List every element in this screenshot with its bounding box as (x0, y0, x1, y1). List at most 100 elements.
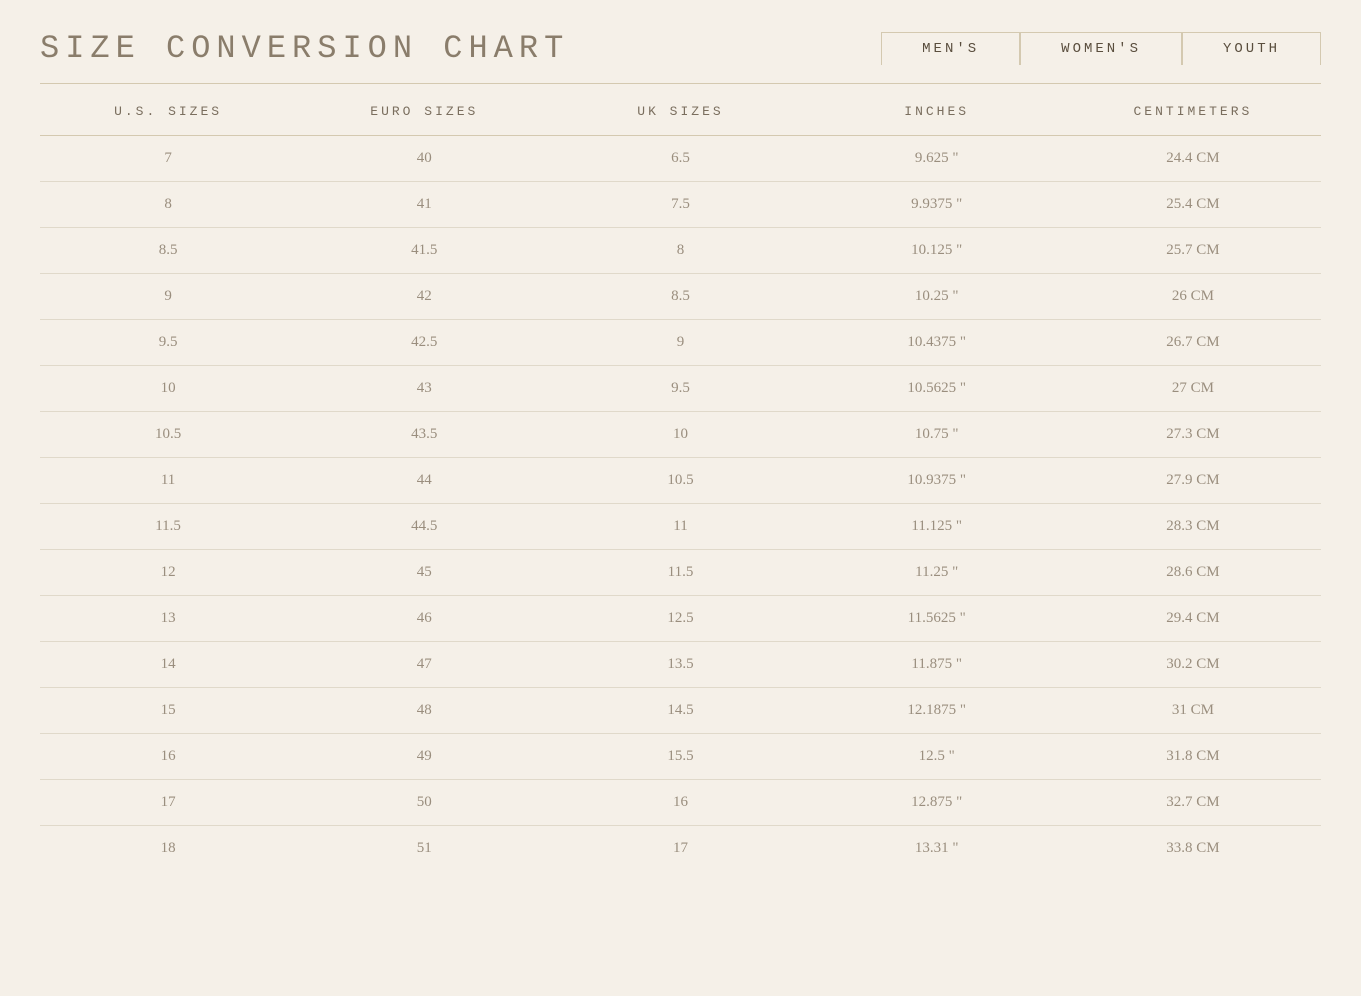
cell-uk: 8 (552, 242, 808, 259)
cell-uk: 9.5 (552, 380, 808, 397)
cell-cm: 25.4 CM (1065, 196, 1321, 213)
cell-inches: 9.625 " (809, 150, 1065, 167)
cell-inches: 10.5625 " (809, 380, 1065, 397)
cell-uk: 16 (552, 794, 808, 811)
cell-euro: 49 (296, 748, 552, 765)
cell-uk: 17 (552, 840, 808, 857)
cell-uk: 15.5 (552, 748, 808, 765)
cell-euro: 40 (296, 150, 552, 167)
page-container: SIZE CONVERSION CHART MEN'S WOMEN'S YOUT… (0, 0, 1361, 996)
cell-us: 14 (40, 656, 296, 673)
cell-us: 10.5 (40, 426, 296, 443)
table-row: 144713.511.875 "30.2 CM (40, 642, 1321, 688)
table-row: 9.542.5910.4375 "26.7 CM (40, 320, 1321, 366)
cell-uk: 7.5 (552, 196, 808, 213)
cell-inches: 12.875 " (809, 794, 1065, 811)
cell-us: 10 (40, 380, 296, 397)
table-row: 9428.510.25 "26 CM (40, 274, 1321, 320)
table-row: 8417.59.9375 "25.4 CM (40, 182, 1321, 228)
tab-youth[interactable]: YOUTH (1182, 32, 1321, 65)
cell-euro: 45 (296, 564, 552, 581)
tab-mens[interactable]: MEN'S (881, 32, 1020, 65)
cell-uk: 8.5 (552, 288, 808, 305)
cell-euro: 44 (296, 472, 552, 489)
cell-uk: 14.5 (552, 702, 808, 719)
cell-cm: 31.8 CM (1065, 748, 1321, 765)
cell-euro: 47 (296, 656, 552, 673)
cell-euro: 48 (296, 702, 552, 719)
cell-cm: 26 CM (1065, 288, 1321, 305)
cell-euro: 41.5 (296, 242, 552, 259)
cell-cm: 27 CM (1065, 380, 1321, 397)
cell-cm: 32.7 CM (1065, 794, 1321, 811)
cell-inches: 13.31 " (809, 840, 1065, 857)
cell-uk: 10 (552, 426, 808, 443)
cell-inches: 10.9375 " (809, 472, 1065, 489)
cell-uk: 12.5 (552, 610, 808, 627)
cell-us: 18 (40, 840, 296, 857)
cell-cm: 28.3 CM (1065, 518, 1321, 535)
cell-cm: 31 CM (1065, 702, 1321, 719)
table-row: 10439.510.5625 "27 CM (40, 366, 1321, 412)
cell-inches: 11.5625 " (809, 610, 1065, 627)
cell-euro: 46 (296, 610, 552, 627)
table-row: 17501612.875 "32.7 CM (40, 780, 1321, 826)
cell-uk: 11 (552, 518, 808, 535)
cell-uk: 13.5 (552, 656, 808, 673)
cell-inches: 10.75 " (809, 426, 1065, 443)
cell-cm: 27.9 CM (1065, 472, 1321, 489)
cell-cm: 28.6 CM (1065, 564, 1321, 581)
cell-inches: 12.1875 " (809, 702, 1065, 719)
cell-euro: 41 (296, 196, 552, 213)
cell-inches: 11.25 " (809, 564, 1065, 581)
cell-us: 8.5 (40, 242, 296, 259)
col-us-sizes: U.S. SIZES (40, 104, 296, 119)
tab-womens[interactable]: WOMEN'S (1020, 32, 1182, 65)
cell-cm: 24.4 CM (1065, 150, 1321, 167)
cell-inches: 10.25 " (809, 288, 1065, 305)
col-euro-sizes: EURO SIZES (296, 104, 552, 119)
cell-inches: 10.4375 " (809, 334, 1065, 351)
table-row: 18511713.31 "33.8 CM (40, 826, 1321, 871)
cell-inches: 12.5 " (809, 748, 1065, 765)
column-headers: U.S. SIZES EURO SIZES UK SIZES INCHES CE… (40, 84, 1321, 136)
table-body: 7406.59.625 "24.4 CM8417.59.9375 "25.4 C… (40, 136, 1321, 871)
cell-us: 17 (40, 794, 296, 811)
cell-inches: 9.9375 " (809, 196, 1065, 213)
cell-cm: 29.4 CM (1065, 610, 1321, 627)
cell-cm: 33.8 CM (1065, 840, 1321, 857)
table-row: 164915.512.5 "31.8 CM (40, 734, 1321, 780)
header-row: SIZE CONVERSION CHART MEN'S WOMEN'S YOUT… (40, 30, 1321, 84)
col-centimeters: CENTIMETERS (1065, 104, 1321, 119)
col-uk-sizes: UK SIZES (552, 104, 808, 119)
cell-uk: 10.5 (552, 472, 808, 489)
cell-uk: 9 (552, 334, 808, 351)
cell-euro: 43 (296, 380, 552, 397)
cell-us: 15 (40, 702, 296, 719)
cell-us: 16 (40, 748, 296, 765)
category-tabs: MEN'S WOMEN'S YOUTH (881, 32, 1321, 65)
cell-us: 7 (40, 150, 296, 167)
table-row: 154814.512.1875 "31 CM (40, 688, 1321, 734)
chart-title: SIZE CONVERSION CHART (40, 30, 881, 67)
cell-us: 13 (40, 610, 296, 627)
table-row: 134612.511.5625 "29.4 CM (40, 596, 1321, 642)
table-row: 11.544.51111.125 "28.3 CM (40, 504, 1321, 550)
cell-euro: 43.5 (296, 426, 552, 443)
cell-cm: 25.7 CM (1065, 242, 1321, 259)
cell-inches: 11.875 " (809, 656, 1065, 673)
cell-us: 8 (40, 196, 296, 213)
cell-euro: 44.5 (296, 518, 552, 535)
cell-cm: 26.7 CM (1065, 334, 1321, 351)
table-row: 8.541.5810.125 "25.7 CM (40, 228, 1321, 274)
col-inches: INCHES (809, 104, 1065, 119)
cell-inches: 10.125 " (809, 242, 1065, 259)
cell-cm: 30.2 CM (1065, 656, 1321, 673)
cell-us: 11.5 (40, 518, 296, 535)
cell-euro: 42 (296, 288, 552, 305)
size-table: U.S. SIZES EURO SIZES UK SIZES INCHES CE… (40, 84, 1321, 871)
cell-inches: 11.125 " (809, 518, 1065, 535)
cell-us: 11 (40, 472, 296, 489)
cell-euro: 42.5 (296, 334, 552, 351)
cell-us: 12 (40, 564, 296, 581)
